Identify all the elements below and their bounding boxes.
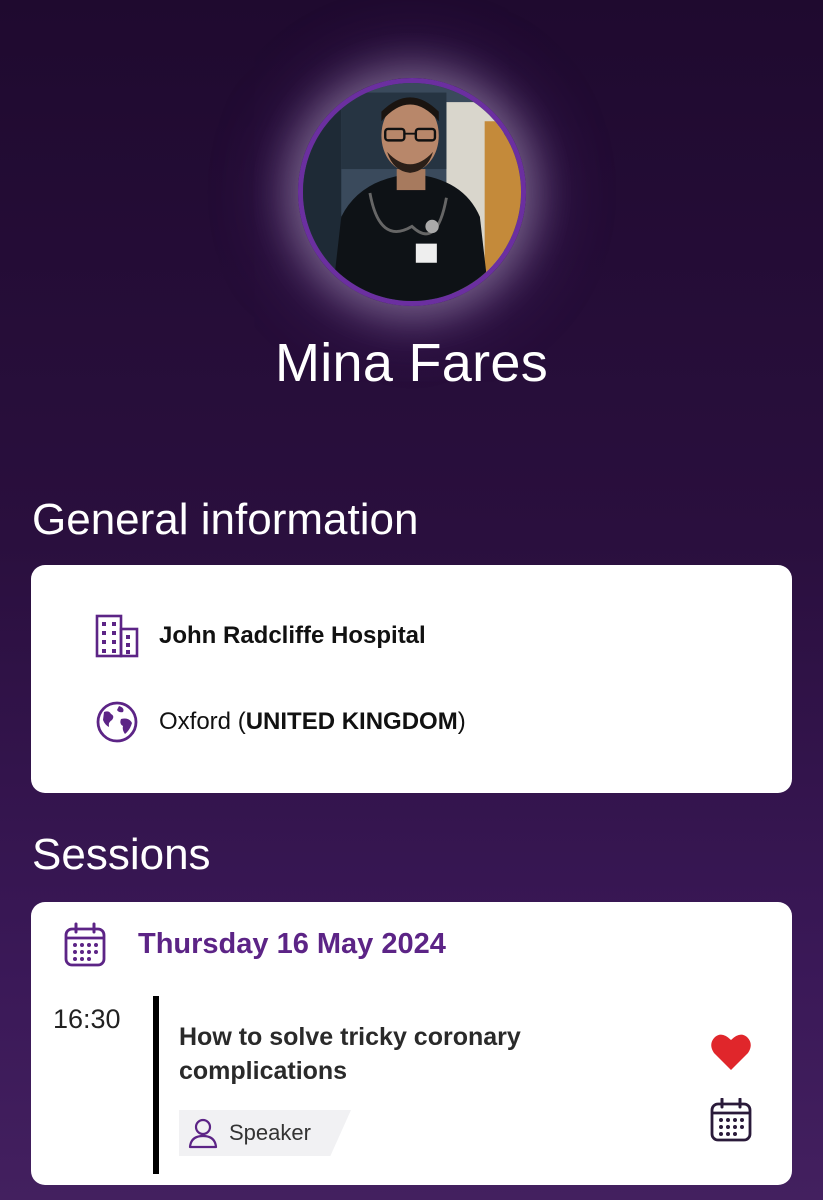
session-card[interactable]: Thursday 16 May 2024 16:30 How to solve … xyxy=(31,902,792,1185)
session-date: Thursday 16 May 2024 xyxy=(138,928,446,960)
avatar xyxy=(298,78,526,306)
country: UNITED KINGDOM xyxy=(245,708,458,735)
session-title[interactable]: How to solve tricky coronary complicatio… xyxy=(179,1020,609,1088)
globe-icon xyxy=(95,699,139,745)
calendar-icon xyxy=(63,922,107,968)
person-icon xyxy=(187,1117,219,1149)
session-timeline-bar xyxy=(153,996,159,1174)
session-time: 16:30 xyxy=(53,1004,121,1034)
general-information-heading: General information xyxy=(32,495,419,544)
role-tag: Speaker xyxy=(179,1110,351,1156)
add-to-calendar-icon[interactable] xyxy=(709,1097,753,1142)
paren-close: ) xyxy=(457,708,466,735)
location-row: Oxford (UNITED KINGDOM) xyxy=(95,699,466,745)
profile-name: Mina Fares xyxy=(274,333,549,393)
building-icon xyxy=(95,613,139,659)
institution-name: John Radcliffe Hospital xyxy=(159,622,426,649)
institution-row: John Radcliffe Hospital xyxy=(95,613,426,659)
favorite-heart-icon[interactable] xyxy=(710,1032,752,1072)
paren-open: ( xyxy=(231,708,246,735)
location-text: Oxford (UNITED KINGDOM) xyxy=(159,708,466,736)
city: Oxford xyxy=(159,708,232,735)
general-information-card: John Radcliffe Hospital Oxford (UNITED K… xyxy=(31,565,792,793)
sessions-heading: Sessions xyxy=(32,830,211,879)
profile-avatar-container xyxy=(298,78,526,306)
avatar-photo xyxy=(303,83,521,301)
role-label: Speaker xyxy=(229,1120,311,1145)
